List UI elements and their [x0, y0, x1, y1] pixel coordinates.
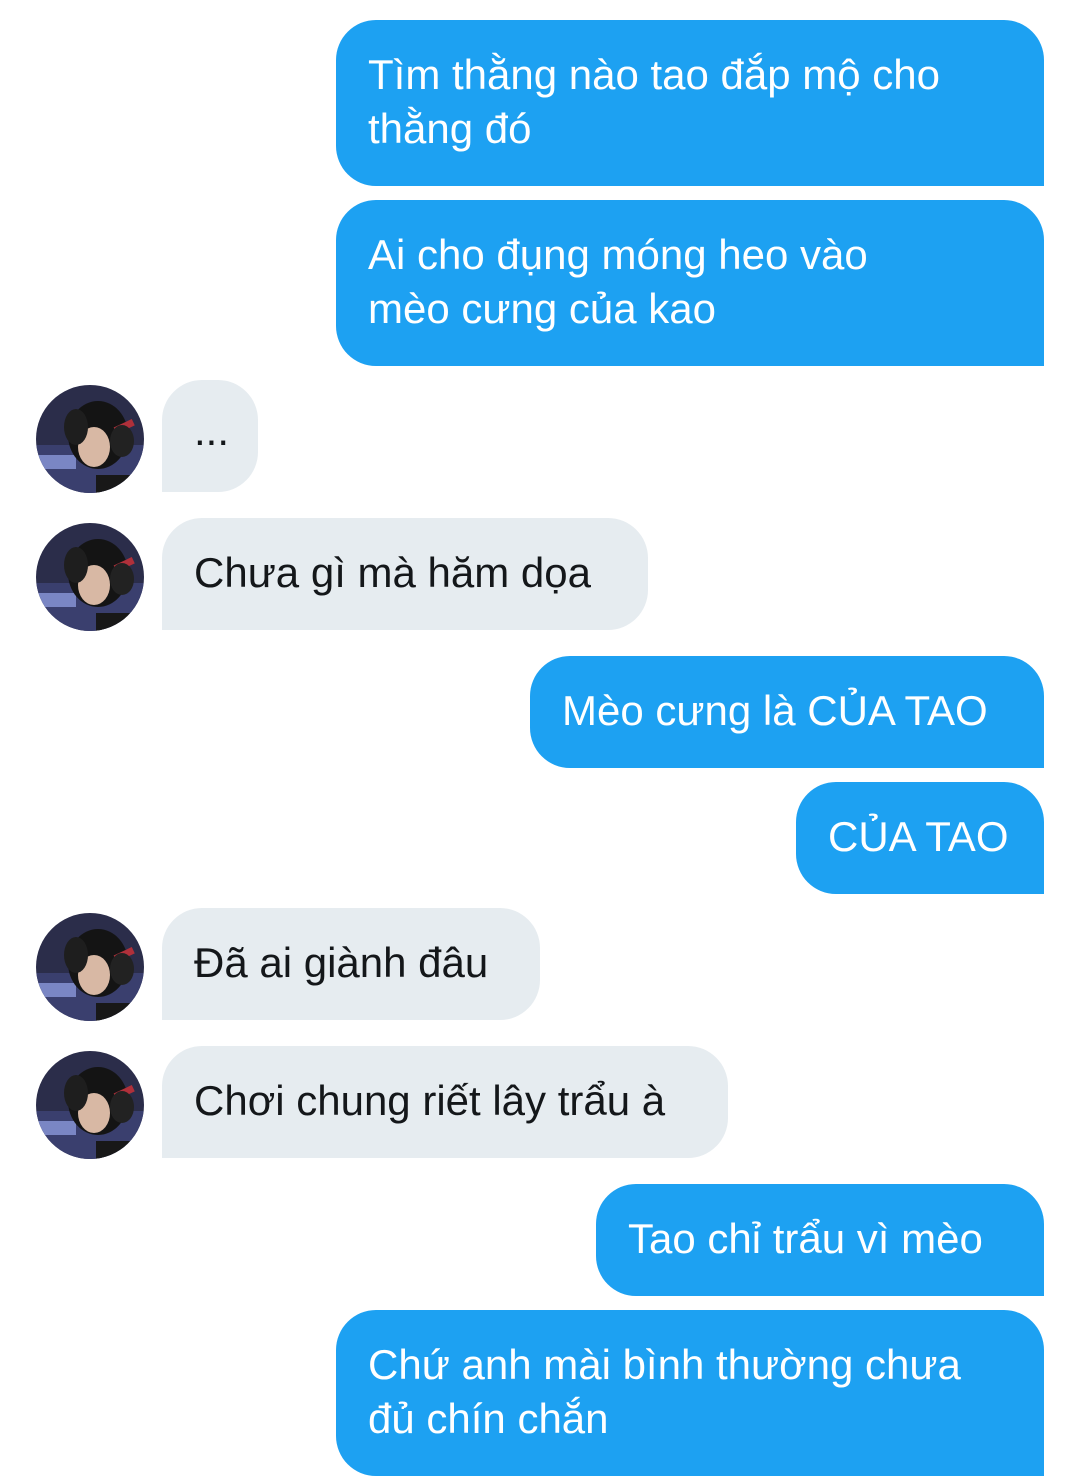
- message-line: Ai cho đụng móng heo vào: [368, 231, 868, 278]
- message-line: Tìm thằng nào tao đắp mộ cho: [368, 51, 941, 98]
- avatar-photo-icon: [36, 385, 144, 493]
- contact-avatar-icon[interactable]: [36, 1051, 144, 1159]
- message-line: CỦA TAO: [828, 813, 1009, 860]
- message-line: Chơi chung riết lây trẩu à: [194, 1077, 666, 1124]
- received-message-bubble[interactable]: Chơi chung riết lây trẩu à: [162, 1046, 728, 1158]
- message-line: Chứ anh mài bình thường chưa: [368, 1341, 961, 1388]
- sent-message-bubble[interactable]: Tìm thằng nào tao đắp mộ cho thằng đó: [336, 20, 1044, 186]
- received-message-bubble[interactable]: Chưa gì mà hăm dọa: [162, 518, 648, 630]
- sent-message-bubble[interactable]: CỦA TAO: [796, 782, 1044, 894]
- message-line: mèo cưng của kao: [368, 285, 716, 332]
- message-line: ...: [194, 407, 230, 454]
- sent-message-bubble[interactable]: Ai cho đụng móng heo vào mèo cưng của ka…: [336, 200, 1044, 366]
- sent-message-bubble[interactable]: Tao chỉ trẩu vì mèo: [596, 1184, 1044, 1296]
- received-message-bubble[interactable]: ...: [162, 380, 258, 492]
- message-line: đủ chín chắn: [368, 1395, 609, 1442]
- message-line: Đã ai giành đâu: [194, 939, 489, 986]
- message-line: thằng đó: [368, 105, 532, 152]
- message-line: Tao chỉ trẩu vì mèo: [628, 1215, 983, 1262]
- avatar-photo-icon: [36, 1051, 144, 1159]
- sent-message-bubble[interactable]: Mèo cưng là CỦA TAO: [530, 656, 1044, 768]
- received-message-bubble[interactable]: Đã ai giành đâu: [162, 908, 540, 1020]
- message-line: Mèo cưng là CỦA TAO: [562, 687, 988, 734]
- contact-avatar-icon[interactable]: [36, 385, 144, 493]
- contact-avatar-icon[interactable]: [36, 523, 144, 631]
- contact-avatar-icon[interactable]: [36, 913, 144, 1021]
- avatar-photo-icon: [36, 913, 144, 1021]
- avatar-photo-icon: [36, 523, 144, 631]
- sent-message-bubble[interactable]: Chứ anh mài bình thường chưa đủ chín chắ…: [336, 1310, 1044, 1476]
- message-line: Chưa gì mà hăm dọa: [194, 549, 591, 596]
